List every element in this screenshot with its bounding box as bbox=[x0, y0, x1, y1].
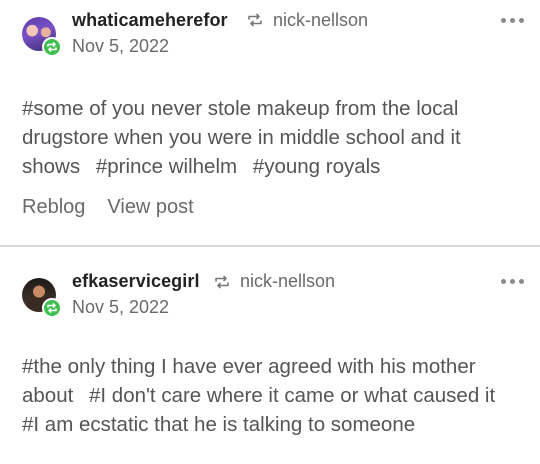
tag[interactable]: #prince wilhelm bbox=[96, 155, 237, 178]
username[interactable]: efkaservicegirl bbox=[72, 271, 200, 292]
reblog-source[interactable]: nick-nellson bbox=[240, 271, 335, 292]
avatar[interactable] bbox=[22, 17, 62, 57]
reblog-icon bbox=[214, 275, 230, 289]
post-2: efkaservicegirl nick-nellson Nov 5, 2022… bbox=[0, 248, 540, 464]
tag[interactable]: #some of you never stole makeup from the… bbox=[22, 97, 461, 178]
reblog-button[interactable]: Reblog bbox=[22, 196, 85, 219]
reblog-badge-icon bbox=[42, 37, 62, 57]
view-post-button[interactable]: View post bbox=[107, 196, 193, 219]
username[interactable]: whaticameherefor bbox=[72, 10, 228, 31]
reblog-badge-icon bbox=[42, 298, 62, 318]
post-actions: Reblog View post bbox=[22, 196, 194, 219]
tag[interactable]: #I am ecstatic that he is talking to som… bbox=[22, 413, 415, 436]
tag-list: #some of you never stole makeup from the… bbox=[22, 94, 522, 181]
divider bbox=[0, 245, 540, 247]
more-options-icon[interactable] bbox=[501, 18, 524, 23]
post-1: whaticameherefor nick-nellson Nov 5, 202… bbox=[0, 0, 540, 246]
tag[interactable]: #young royals bbox=[253, 155, 381, 178]
reblog-icon bbox=[247, 13, 263, 27]
reblog-source[interactable]: nick-nellson bbox=[273, 10, 368, 31]
avatar[interactable] bbox=[22, 278, 62, 318]
post-date[interactable]: Nov 5, 2022 bbox=[72, 297, 169, 318]
tag[interactable]: #I don't care where it came or what caus… bbox=[89, 384, 495, 407]
post-date[interactable]: Nov 5, 2022 bbox=[72, 36, 169, 57]
more-options-icon[interactable] bbox=[501, 279, 524, 284]
tag-list: #the only thing I have ever agreed with … bbox=[22, 352, 522, 439]
